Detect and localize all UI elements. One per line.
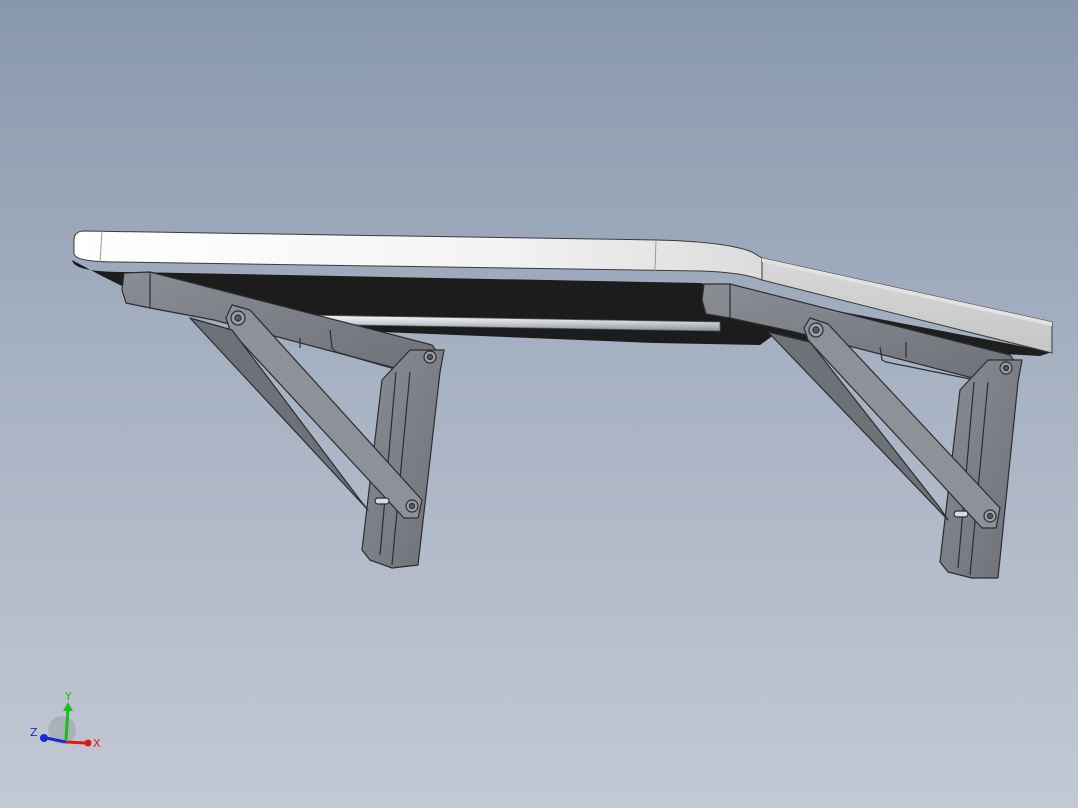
x-axis-end-icon bbox=[84, 739, 92, 747]
z-axis-end-icon bbox=[40, 734, 48, 742]
3d-viewport[interactable]: Y X Z bbox=[0, 0, 1078, 808]
x-axis-label: X bbox=[93, 737, 101, 750]
cad-model-scene[interactable] bbox=[0, 0, 1078, 808]
y-axis-icon bbox=[64, 707, 70, 741]
table-edge-front bbox=[73, 230, 763, 281]
y-axis-label: Y bbox=[64, 690, 72, 703]
z-axis-label: Z bbox=[30, 726, 38, 739]
orientation-triad[interactable]: Y X Z bbox=[28, 686, 108, 756]
x-axis-icon bbox=[65, 740, 87, 745]
y-axis-arrow-icon bbox=[63, 702, 73, 711]
